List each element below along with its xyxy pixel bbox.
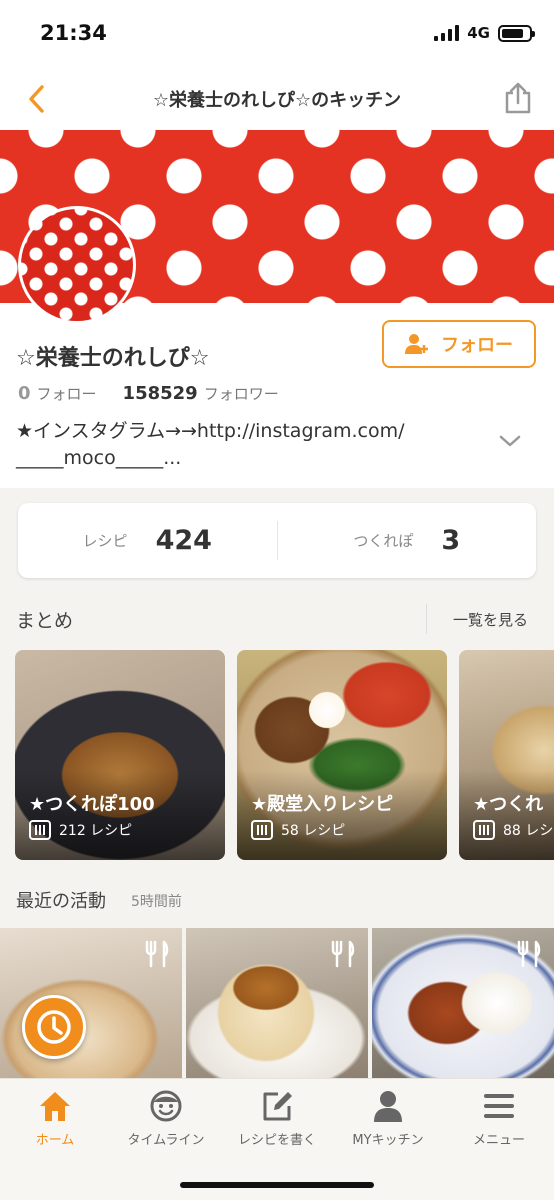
follower-label: フォロワー bbox=[203, 385, 279, 403]
tab-home[interactable]: ホーム bbox=[0, 1089, 110, 1148]
collection-meta: 88 レシ bbox=[473, 820, 553, 840]
edit-icon bbox=[263, 1092, 292, 1121]
activity-recipe-image[interactable] bbox=[0, 928, 182, 1078]
tab-my-kitchen[interactable]: MYキッチン bbox=[333, 1089, 443, 1148]
share-icon bbox=[505, 82, 531, 114]
tab-label: レシピを書く bbox=[237, 1133, 316, 1148]
fork-knife-icon bbox=[145, 940, 169, 968]
activity-recipe-image[interactable] bbox=[372, 928, 554, 1078]
activity-time: 5時間前 bbox=[131, 894, 182, 910]
add-user-icon bbox=[405, 334, 428, 354]
status-indicators: 4G bbox=[434, 24, 535, 42]
activity-title: 最近の活動 bbox=[16, 891, 106, 912]
face-icon bbox=[150, 1090, 182, 1122]
tab-label: MYキッチン bbox=[352, 1133, 424, 1148]
collection-meta: 212 レシピ bbox=[29, 820, 132, 840]
fork-knife-icon bbox=[331, 940, 355, 968]
status-time: 21:34 bbox=[40, 21, 107, 45]
tab-label: メニュー bbox=[472, 1133, 525, 1148]
collections-title: まとめ bbox=[16, 610, 74, 632]
collection-card[interactable]: ★つくれ 88 レシ bbox=[459, 650, 554, 860]
stat-value: 424 bbox=[155, 525, 212, 556]
back-button[interactable] bbox=[20, 82, 54, 116]
chevron-down-icon bbox=[499, 435, 521, 447]
battery-icon bbox=[498, 24, 535, 42]
fork-knife-icon bbox=[517, 940, 541, 968]
activity-recipe-image[interactable] bbox=[186, 928, 368, 1078]
page-title: ☆栄養士のれしぴ☆のキッチン bbox=[152, 90, 402, 111]
see-all-button[interactable]: 一覧を見る bbox=[426, 604, 554, 634]
recipe-book-icon bbox=[473, 820, 495, 840]
stat-label: つくれぽ bbox=[353, 532, 414, 550]
chevron-left-icon bbox=[29, 85, 44, 113]
follow-button[interactable]: フォロー bbox=[382, 320, 536, 368]
collection-count: 58 レシピ bbox=[281, 823, 346, 839]
stat-tsukurepo[interactable]: つくれぽ 3 bbox=[276, 521, 537, 560]
following-count[interactable]: 0 bbox=[18, 383, 31, 404]
nav-bar: ☆栄養士のれしぴ☆のキッチン bbox=[0, 68, 554, 130]
menu-icon bbox=[484, 1094, 514, 1118]
collection-meta: 58 レシピ bbox=[251, 820, 345, 840]
tab-timeline[interactable]: タイムライン bbox=[111, 1089, 221, 1148]
collection-title: ★つくれ bbox=[473, 794, 544, 815]
home-icon bbox=[40, 1092, 70, 1121]
expand-bio-button[interactable] bbox=[497, 428, 523, 454]
history-button[interactable] bbox=[22, 995, 86, 1059]
person-icon bbox=[374, 1091, 402, 1122]
home-indicator bbox=[180, 1182, 374, 1188]
tab-label: ホーム bbox=[35, 1133, 75, 1148]
profile-bio: ★インスタグラム→→http://instagram.com/ _____moc… bbox=[16, 418, 436, 472]
bio-line[interactable]: ★インスタグラム→→http://instagram.com/ bbox=[16, 418, 436, 445]
follow-counts: 0 フォロー 158529 フォロワー bbox=[18, 383, 279, 404]
avatar[interactable] bbox=[18, 206, 136, 324]
stat-label: レシピ bbox=[82, 532, 128, 550]
network-type: 4G bbox=[467, 24, 490, 42]
tab-label: タイムライン bbox=[127, 1133, 205, 1148]
collection-count: 212 レシピ bbox=[59, 823, 133, 839]
bio-line: _____moco_____... bbox=[16, 447, 182, 469]
following-label: フォロー bbox=[36, 385, 97, 403]
tab-write-recipe[interactable]: レシピを書く bbox=[222, 1089, 332, 1148]
stat-recipes[interactable]: レシピ 424 bbox=[18, 503, 277, 578]
collection-count: 88 レシ bbox=[503, 823, 554, 839]
clock-icon bbox=[37, 1010, 71, 1044]
signal-icon bbox=[434, 25, 460, 41]
stats-card: レシピ 424 つくれぽ 3 bbox=[18, 503, 536, 578]
follower-count[interactable]: 158529 bbox=[123, 383, 198, 404]
stat-value: 3 bbox=[441, 525, 461, 556]
collection-title: ★殿堂入りレシピ bbox=[251, 794, 394, 815]
profile-name: ☆栄養士のれしぴ☆ bbox=[16, 346, 210, 371]
follow-button-label: フォロー bbox=[441, 335, 513, 356]
collection-card[interactable]: ★殿堂入りレシピ 58 レシピ bbox=[237, 650, 447, 860]
recipe-book-icon bbox=[251, 820, 273, 840]
recipe-book-icon bbox=[29, 820, 51, 840]
collection-card[interactable]: ★つくれぽ100 212 レシピ bbox=[15, 650, 225, 860]
status-bar: 21:34 4G bbox=[0, 0, 554, 68]
tab-menu[interactable]: メニュー bbox=[444, 1089, 554, 1148]
collection-title: ★つくれぽ100 bbox=[29, 794, 155, 815]
share-button[interactable] bbox=[498, 78, 538, 118]
